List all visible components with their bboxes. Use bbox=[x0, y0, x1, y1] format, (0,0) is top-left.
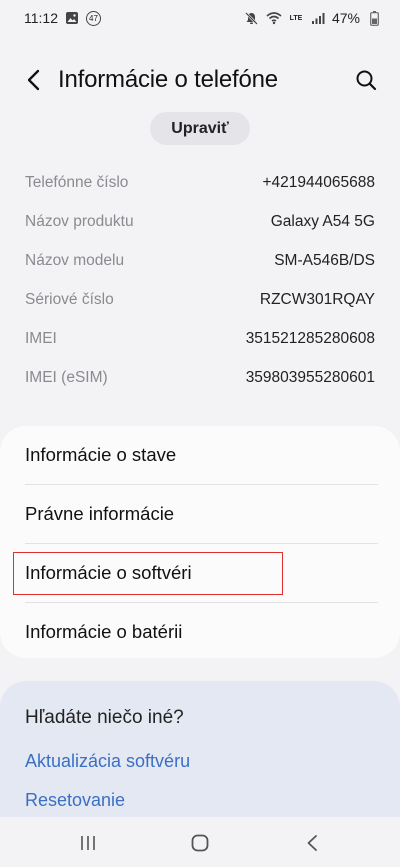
menu-item-label: Právne informácie bbox=[25, 503, 175, 524]
status-left: 11:12 47 bbox=[24, 10, 101, 26]
info-label: Názov modelu bbox=[25, 251, 125, 269]
info-row-imei: IMEI 351521285280608 bbox=[25, 319, 375, 358]
menu-item-battery-info[interactable]: Informácie o batérii bbox=[0, 603, 400, 661]
info-label: Názov produktu bbox=[25, 212, 134, 230]
menu-item-label: Informácie o stave bbox=[25, 444, 177, 465]
info-row-model-name: Názov modelu SM-A546B/DS bbox=[25, 241, 375, 280]
info-row-phone-number: Telefónne číslo +421944065688 bbox=[25, 163, 375, 202]
menu-item-legal-info[interactable]: Právne informácie bbox=[0, 485, 400, 543]
info-row-product-name: Názov produktu Galaxy A54 5G bbox=[25, 202, 375, 241]
mute-icon bbox=[244, 10, 260, 26]
recents-icon bbox=[81, 836, 95, 850]
status-time: 11:12 bbox=[24, 10, 58, 26]
search-button[interactable] bbox=[352, 66, 380, 94]
edit-button[interactable]: Upraviť bbox=[150, 112, 250, 145]
lte-label: LTE bbox=[289, 14, 303, 22]
wifi-icon bbox=[266, 10, 282, 26]
notification-count-badge: 47 bbox=[86, 10, 101, 26]
info-value: Galaxy A54 5G bbox=[270, 212, 375, 230]
app-header: Informácie o telefóne bbox=[0, 56, 400, 104]
info-label: IMEI bbox=[25, 329, 57, 347]
menu-item-status-info[interactable]: Informácie o stave bbox=[0, 426, 400, 484]
battery-percent: 47% bbox=[331, 10, 360, 26]
home-button[interactable] bbox=[186, 829, 214, 857]
info-row-serial-number: Sériové číslo RZCW301RQAY bbox=[25, 280, 375, 319]
link-reset[interactable]: Resetovanie bbox=[25, 790, 125, 811]
recents-button[interactable] bbox=[74, 829, 102, 857]
info-label: IMEI (eSIM) bbox=[25, 368, 108, 386]
screen: 11:12 47 LTE 47% Informácie o telefóne U… bbox=[0, 0, 400, 867]
search-icon bbox=[356, 70, 377, 91]
page-title: Informácie o telefóne bbox=[58, 66, 278, 93]
menu-item-label: Informácie o batérii bbox=[25, 621, 183, 642]
lte-icon: LTE bbox=[288, 10, 304, 26]
suggestions-title: Hľadáte niečo iné? bbox=[25, 707, 184, 728]
info-row-imei-esim: IMEI (eSIM) 359803955280601 bbox=[25, 358, 375, 397]
status-right: LTE 47% bbox=[244, 10, 382, 26]
info-value: +421944065688 bbox=[262, 173, 376, 191]
device-info-list: Telefónne číslo +421944065688 Názov prod… bbox=[25, 163, 375, 397]
back-icon bbox=[307, 835, 317, 851]
back-button[interactable] bbox=[20, 66, 48, 94]
home-icon bbox=[191, 834, 209, 852]
battery-icon bbox=[366, 10, 382, 26]
status-bar: 11:12 47 LTE 47% bbox=[0, 0, 400, 36]
signal-icon bbox=[310, 10, 326, 26]
info-label: Telefónne číslo bbox=[25, 173, 129, 191]
info-value: 351521285280608 bbox=[245, 329, 375, 347]
info-menu-card: Informácie o stave Právne informácie Inf… bbox=[0, 426, 400, 658]
info-value: 359803955280601 bbox=[245, 368, 375, 386]
info-label: Sériové číslo bbox=[25, 290, 114, 308]
image-icon bbox=[64, 10, 80, 26]
menu-item-label: Informácie o softvéri bbox=[25, 562, 192, 583]
navigation-bar bbox=[0, 817, 400, 867]
menu-item-software-info[interactable]: Informácie o softvéri bbox=[0, 544, 400, 602]
link-software-update[interactable]: Aktualizácia softvéru bbox=[25, 751, 190, 772]
info-value: RZCW301RQAY bbox=[259, 290, 375, 308]
nav-back-button[interactable] bbox=[298, 829, 326, 857]
chevron-left-icon bbox=[27, 69, 40, 91]
info-value: SM-A546B/DS bbox=[274, 251, 375, 269]
